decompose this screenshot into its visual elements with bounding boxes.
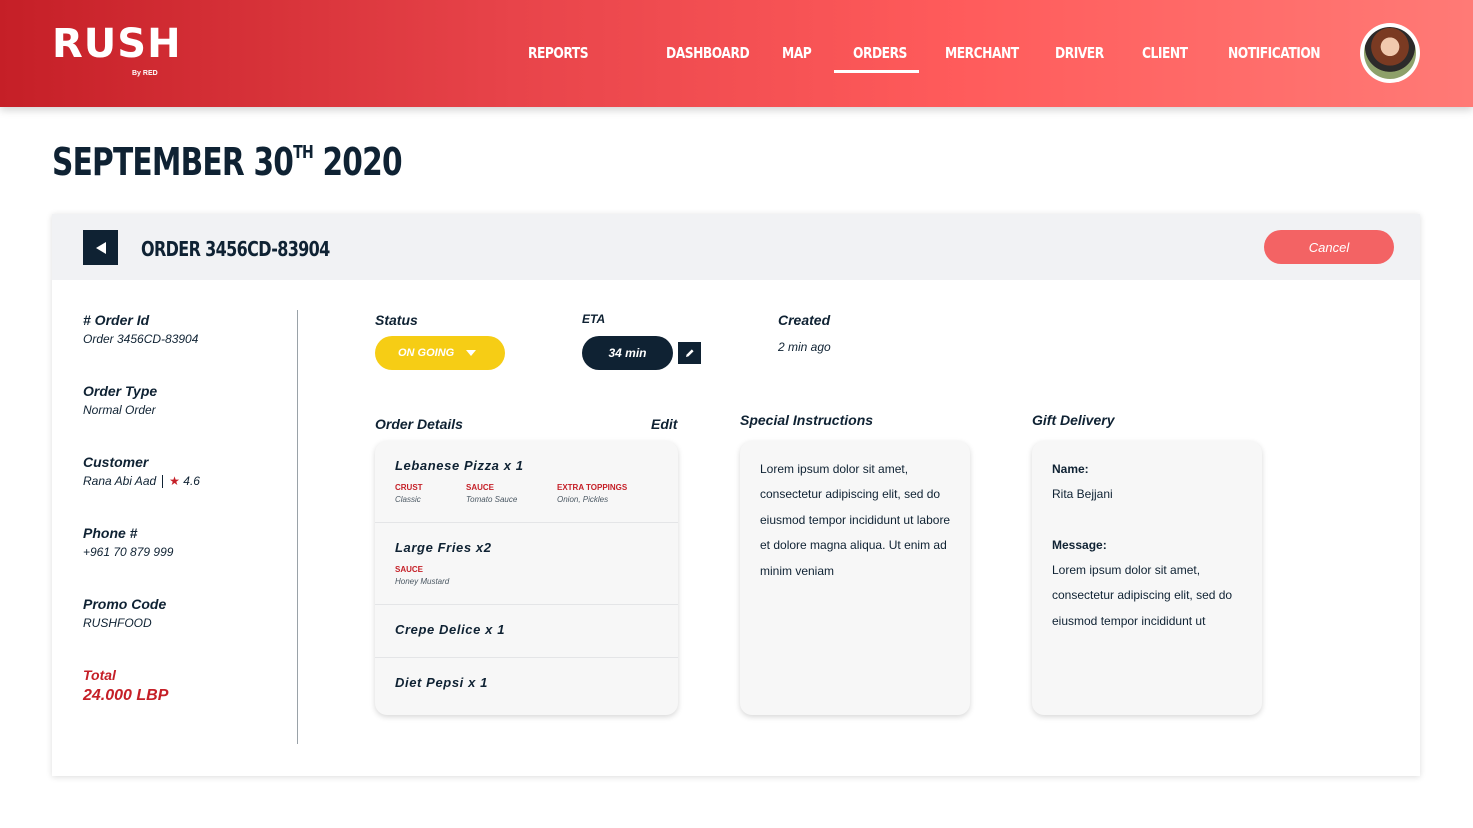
edit-eta-button[interactable] (678, 342, 701, 364)
item-name: Diet Pepsi x 1 (395, 675, 488, 690)
order-type-value: Normal Order (83, 403, 156, 417)
created-value: 2 min ago (778, 340, 831, 354)
top-navigation-bar: RUSH By RED REPORTS DASHBOARD MAP ORDERS… (0, 0, 1473, 107)
star-icon: ★ (169, 474, 180, 488)
date-ordinal: TH (293, 142, 314, 163)
item-option: CRUST Classic (395, 483, 423, 504)
option-key: SAUCE (395, 565, 424, 574)
nav-item-reports[interactable]: REPORTS (528, 44, 589, 62)
eta-label: ETA (582, 312, 606, 326)
item-option: EXTRA TOPPINGS Onion, Pickles (557, 483, 627, 504)
phone-field: Phone # +961 70 879 999 (83, 525, 173, 559)
nav-item-orders[interactable]: ORDERS (853, 44, 907, 62)
brand-tagline: By RED (132, 70, 158, 77)
option-key: EXTRA TOPPINGS (557, 483, 628, 492)
customer-rating: 4.6 (183, 474, 200, 488)
item-name: Crepe Delice x 1 (395, 622, 506, 637)
pencil-icon (685, 349, 694, 357)
gift-name-label: Name: (1052, 462, 1089, 476)
item-option: SAUCE Tomato Sauce (466, 483, 517, 504)
list-item: Lebanese Pizza x 1 CRUST Classic SAUCE T… (375, 441, 678, 523)
item-option: SAUCE Honey Mustard (395, 565, 449, 586)
gift-delivery-box: Name: Rita Bejjani Message: Lorem ipsum … (1032, 441, 1262, 715)
promo-field: Promo Code RUSHFOOD (83, 596, 166, 630)
special-instructions-label: Special Instructions (740, 412, 874, 428)
special-instructions-box: Lorem ipsum dolor sit amet, consectetur … (740, 441, 970, 715)
nav-item-client[interactable]: CLIENT (1142, 44, 1188, 62)
page-title: SEPTEMBER 30TH 2020 (52, 140, 403, 184)
item-name: Lebanese Pizza x 1 (395, 458, 524, 473)
list-item: Large Fries x2 SAUCE Honey Mustard (375, 523, 678, 605)
separator (162, 475, 164, 489)
avatar-photo (1364, 27, 1416, 79)
nav-item-merchant[interactable]: MERCHANT (945, 44, 1019, 62)
nav-item-driver[interactable]: DRIVER (1055, 44, 1104, 62)
gift-message-value: Lorem ipsum dolor sit amet, consectetur … (1052, 563, 1233, 628)
item-name: Large Fries x2 (395, 540, 492, 555)
order-card: ORDER 3456CD-83904 Cancel # Order Id Ord… (52, 214, 1420, 776)
main-nav: REPORTS DASHBOARD MAP ORDERS MERCHANT DR… (0, 44, 1473, 68)
special-instructions-text: Lorem ipsum dolor sit amet, consectetur … (760, 462, 951, 578)
edit-order-link[interactable]: Edit (651, 416, 677, 432)
order-id-label: # Order Id (83, 312, 150, 328)
order-type-field: Order Type Normal Order (83, 383, 157, 417)
created-label: Created (778, 312, 831, 328)
total-value: 24.000 LBP (83, 687, 169, 704)
order-details-box: Lebanese Pizza x 1 CRUST Classic SAUCE T… (375, 441, 678, 715)
date-year: 2020 (322, 140, 402, 184)
back-button[interactable] (83, 230, 118, 265)
option-value: Tomato Sauce (466, 495, 518, 504)
promo-value: RUSHFOOD (83, 616, 152, 630)
promo-label: Promo Code (83, 596, 167, 612)
gift-name-value: Rita Bejjani (1052, 487, 1113, 501)
order-id-value: Order 3456CD-83904 (83, 332, 199, 346)
option-value: Classic (395, 495, 421, 504)
order-type-label: Order Type (83, 383, 158, 399)
option-key: SAUCE (466, 483, 495, 492)
order-card-header: ORDER 3456CD-83904 Cancel (52, 214, 1420, 280)
nav-item-notification[interactable]: NOTIFICATION (1228, 44, 1321, 62)
order-details-label: Order Details (375, 416, 463, 432)
option-key: CRUST (395, 483, 423, 492)
caret-left-icon (95, 241, 106, 254)
customer-value: Rana Abi Aad ★ 4.6 (83, 474, 200, 489)
status-value: ON GOING (398, 347, 455, 359)
status-dropdown[interactable]: ON GOING (375, 336, 505, 370)
user-avatar[interactable] (1360, 23, 1420, 83)
active-nav-indicator (834, 70, 919, 73)
column-divider (297, 310, 298, 744)
caret-down-icon (466, 350, 477, 356)
eta-value: 34 min (582, 336, 673, 370)
order-title: ORDER 3456CD-83904 (141, 237, 330, 261)
total-field: Total 24.000 LBP (83, 667, 168, 705)
gift-message-label: Message: (1052, 538, 1107, 552)
nav-item-dashboard[interactable]: DASHBOARD (666, 44, 750, 62)
customer-field: Customer Rana Abi Aad ★ 4.6 (83, 454, 200, 489)
option-value: Onion, Pickles (557, 495, 609, 504)
option-value: Honey Mustard (395, 577, 450, 586)
date-main: SEPTEMBER 30 (52, 140, 294, 184)
list-item: Crepe Delice x 1 (375, 605, 678, 658)
phone-value: +961 70 879 999 (83, 545, 174, 559)
status-label: Status (375, 312, 418, 328)
gift-delivery-label: Gift Delivery (1032, 412, 1115, 428)
order-id-field: # Order Id Order 3456CD-83904 (83, 312, 198, 346)
total-label: Total (83, 667, 116, 683)
list-item: Diet Pepsi x 1 (375, 658, 678, 715)
cancel-button[interactable]: Cancel (1264, 230, 1394, 264)
customer-label: Customer (83, 454, 149, 470)
customer-name[interactable]: Rana Abi Aad (83, 474, 156, 488)
phone-label: Phone # (83, 525, 138, 541)
nav-item-map[interactable]: MAP (782, 44, 812, 62)
